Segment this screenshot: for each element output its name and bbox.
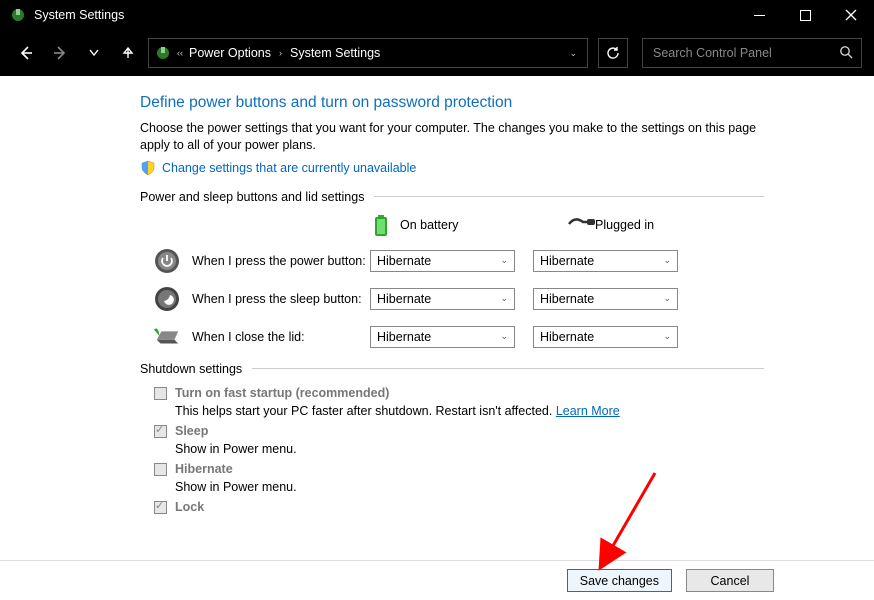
search-box[interactable] (642, 38, 862, 68)
column-plugged-label: Plugged in (595, 218, 654, 232)
search-input[interactable] (651, 45, 839, 61)
lock-checkbox (154, 501, 167, 514)
lid-close-icon (154, 324, 180, 350)
minimize-button[interactable] (736, 0, 782, 30)
dropdown-value: Hibernate (377, 254, 431, 268)
section-divider (374, 196, 764, 197)
plug-icon (567, 214, 587, 236)
power-options-icon (155, 45, 171, 61)
dropdown-value: Hibernate (540, 254, 594, 268)
power-button-label: When I press the power button: (192, 254, 370, 268)
breadcrumb-prev-icon: ‹‹ (177, 48, 183, 58)
hibernate-desc: Show in Power menu. (175, 480, 764, 494)
chevron-down-icon: ⌄ (500, 331, 508, 342)
app-icon (10, 7, 26, 23)
close-button[interactable] (828, 0, 874, 30)
dropdown-value: Hibernate (540, 330, 594, 344)
fast-startup-label: Turn on fast startup (recommended) (175, 386, 389, 400)
chevron-down-icon: ⌄ (663, 331, 671, 342)
toolbar: ‹‹ Power Options › System Settings ⌄ (0, 30, 874, 76)
sleep-button-icon (154, 286, 180, 312)
cancel-button[interactable]: Cancel (686, 569, 774, 592)
breadcrumb-item-system-settings[interactable]: System Settings (290, 46, 380, 60)
dropdown-value: Hibernate (377, 292, 431, 306)
dropdown-value: Hibernate (377, 330, 431, 344)
chevron-down-icon: ⌄ (500, 293, 508, 304)
learn-more-link[interactable]: Learn More (556, 404, 620, 418)
sleep-button-battery-dropdown[interactable]: Hibernate ⌄ (370, 288, 515, 310)
lid-plugged-dropdown[interactable]: Hibernate ⌄ (533, 326, 678, 348)
footer: Save changes Cancel (0, 560, 874, 600)
address-bar[interactable]: ‹‹ Power Options › System Settings ⌄ (148, 38, 588, 68)
power-section-title: Power and sleep buttons and lid settings (140, 190, 364, 204)
dropdown-value: Hibernate (540, 292, 594, 306)
fast-startup-checkbox (154, 387, 167, 400)
breadcrumb-item-power-options[interactable]: Power Options (189, 46, 271, 60)
sleep-button-plugged-dropdown[interactable]: Hibernate ⌄ (533, 288, 678, 310)
shutdown-section-title: Shutdown settings (140, 362, 242, 376)
section-divider (252, 368, 764, 369)
change-settings-link[interactable]: Change settings that are currently unava… (162, 161, 416, 175)
hibernate-label: Hibernate (175, 462, 233, 476)
nav-forward-button[interactable] (46, 39, 74, 67)
power-button-plugged-dropdown[interactable]: Hibernate ⌄ (533, 250, 678, 272)
column-battery-label: On battery (400, 218, 458, 232)
search-icon[interactable] (839, 45, 853, 62)
sleep-desc: Show in Power menu. (175, 442, 764, 456)
power-button-battery-dropdown[interactable]: Hibernate ⌄ (370, 250, 515, 272)
maximize-button[interactable] (782, 0, 828, 30)
chevron-down-icon: ⌄ (663, 255, 671, 266)
page-description: Choose the power settings that you want … (140, 120, 764, 154)
lid-close-label: When I close the lid: (192, 330, 370, 344)
fast-startup-desc: This helps start your PC faster after sh… (175, 404, 764, 418)
lock-label: Lock (175, 500, 204, 514)
save-changes-button[interactable]: Save changes (567, 569, 672, 592)
lid-battery-dropdown[interactable]: Hibernate ⌄ (370, 326, 515, 348)
chevron-down-icon: ⌄ (663, 293, 671, 304)
power-button-icon (154, 248, 180, 274)
page-title: Define power buttons and turn on passwor… (140, 94, 764, 112)
nav-up-button[interactable] (114, 39, 142, 67)
window-title: System Settings (34, 8, 124, 22)
battery-icon (372, 214, 392, 236)
nav-back-button[interactable] (12, 39, 40, 67)
sleep-label: Sleep (175, 424, 208, 438)
shield-icon (140, 160, 156, 176)
hibernate-checkbox (154, 463, 167, 476)
refresh-button[interactable] (598, 38, 628, 68)
sleep-button-label: When I press the sleep button: (192, 292, 370, 306)
sleep-checkbox (154, 425, 167, 438)
breadcrumb-chevron-icon: › (277, 48, 284, 58)
title-bar: System Settings (0, 0, 874, 30)
chevron-down-icon: ⌄ (500, 255, 508, 266)
nav-history-dropdown[interactable] (80, 39, 108, 67)
address-dropdown-icon[interactable]: ⌄ (569, 48, 577, 59)
